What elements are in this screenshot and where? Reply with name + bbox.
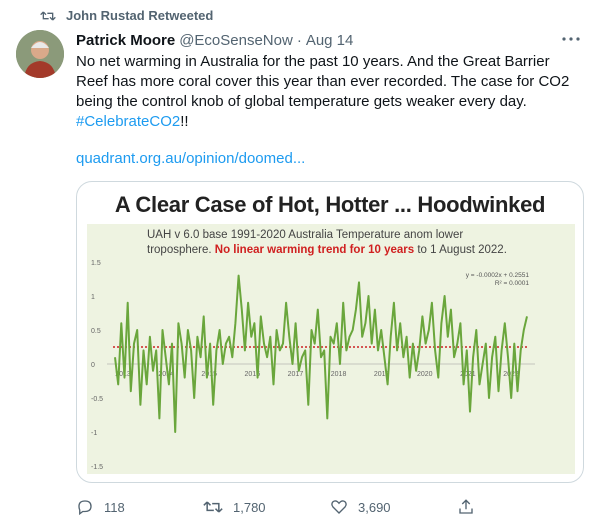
avatar-image xyxy=(16,30,64,78)
y-tick-label: -1 xyxy=(91,430,97,437)
tweet-date[interactable]: Aug 14 xyxy=(306,32,354,49)
more-options-button[interactable] xyxy=(560,28,582,50)
temperature-series-line xyxy=(114,274,528,433)
tweet-body-end: !! xyxy=(180,113,189,130)
like-button[interactable]: 3,690 xyxy=(330,498,457,516)
tweet-text: No net warming in Australia for the past… xyxy=(76,52,582,132)
author-name[interactable]: Patrick Moore xyxy=(76,32,175,49)
y-tick-label: -1.5 xyxy=(91,464,103,471)
separator: · xyxy=(296,31,302,49)
article-link[interactable]: quadrant.org.au/opinion/doomed... xyxy=(76,150,305,167)
retweet-button[interactable]: 1,780 xyxy=(203,498,330,516)
avatar[interactable] xyxy=(16,30,64,78)
card-title: A Clear Case of Hot, Hotter ... Hoodwink… xyxy=(114,192,546,217)
retweet-indicator: John Rustad Retweeted xyxy=(40,8,213,23)
retweet-count: 1,780 xyxy=(233,499,266,515)
x-tick-label: 2017 xyxy=(288,371,304,378)
tweet-body: No net warming in Australia for the past… xyxy=(76,53,574,110)
like-count: 3,690 xyxy=(358,499,391,515)
x-tick-label: 2018 xyxy=(331,371,347,378)
y-tick-label: -0.5 xyxy=(91,396,103,403)
share-button[interactable] xyxy=(457,498,485,516)
share-icon xyxy=(459,499,473,514)
reply-button[interactable]: 118 xyxy=(76,498,203,516)
tweet-header: Patrick Moore @EcoSenseNow · Aug 14 xyxy=(76,30,582,50)
y-tick-label: 0.5 xyxy=(91,328,101,335)
reply-count: 118 xyxy=(104,499,125,515)
media-card[interactable]: A Clear Case of Hot, Hotter ... Hoodwink… xyxy=(76,181,584,483)
tweet-actions: 118 1,780 3,690 xyxy=(76,494,582,520)
retweet-label[interactable]: John Rustad Retweeted xyxy=(66,8,213,23)
retweet-icon xyxy=(40,11,56,20)
y-tick-label: 0 xyxy=(91,362,95,369)
y-tick-label: 1 xyxy=(91,294,95,301)
y-tick-label: 1.5 xyxy=(91,260,101,267)
heart-icon xyxy=(331,500,347,514)
hashtag-link[interactable]: #CelebrateCO2 xyxy=(76,113,180,130)
reply-icon xyxy=(78,500,92,516)
author-handle[interactable]: @EcoSenseNow xyxy=(179,32,293,49)
retweet-icon xyxy=(203,501,223,513)
temperature-chart: 1.510.50-0.5-1-1.52013 2014 2015 2016 2017 20… xyxy=(91,260,535,471)
x-tick-label: 2020 xyxy=(417,371,433,378)
more-icon xyxy=(562,37,580,41)
